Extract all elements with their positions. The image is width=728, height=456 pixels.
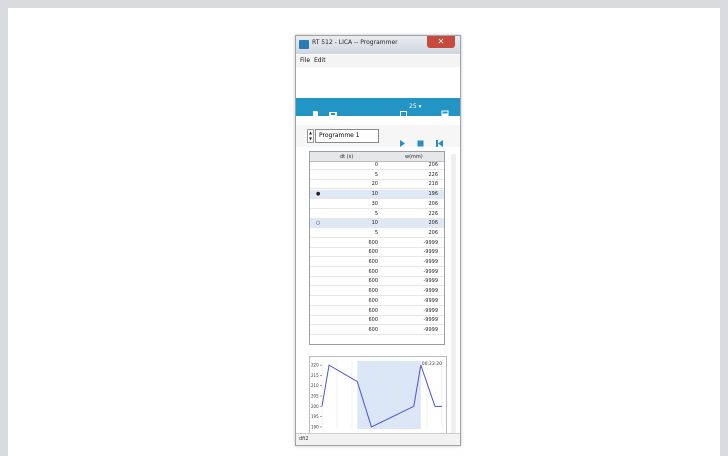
cell-dt[interactable]: 600: [340, 317, 378, 323]
cell-w[interactable]: 226: [398, 172, 438, 178]
table-row[interactable]: 30 206: [310, 200, 444, 209]
table-row[interactable]: 600 -9999: [310, 297, 444, 306]
cell-w[interactable]: -9999: [398, 269, 438, 275]
column-header-w[interactable]: w(mm): [405, 154, 423, 160]
cell-dt[interactable]: 600: [340, 308, 378, 314]
program-name-field[interactable]: Programme 1: [315, 129, 379, 143]
monitor-icon[interactable]: [400, 103, 407, 117]
cell-dt[interactable]: 600: [340, 288, 378, 294]
cell-dt[interactable]: 600: [340, 298, 378, 304]
cell-dt[interactable]: 10: [340, 220, 378, 226]
window-icon[interactable]: [441, 103, 449, 118]
toolbar: 25 ▾: [296, 98, 460, 118]
cell-dt[interactable]: 600: [340, 327, 378, 333]
program-table: dt (s) w(mm) 0 206 5 226 20 218 ● 10 196 30 206 5 22…: [309, 151, 445, 345]
table-row[interactable]: 600 -9999: [310, 239, 444, 248]
play-icon[interactable]: [399, 132, 406, 147]
cell-dt[interactable]: 5: [340, 211, 378, 217]
table-row[interactable]: 5 226: [310, 171, 444, 180]
cell-w[interactable]: -9999: [398, 327, 438, 333]
cell-dt[interactable]: 5: [340, 230, 378, 236]
y-tick-label: 200: [311, 404, 319, 409]
cell-dt[interactable]: 20: [340, 181, 378, 187]
cell-w[interactable]: 206: [398, 220, 438, 226]
table-row[interactable]: 600 -9999: [310, 307, 444, 316]
table-row[interactable]: 600 -9999: [310, 268, 444, 277]
profile-chart-svg: 220 215 210 205 200 195 190 00:23:20: [311, 361, 443, 429]
back-icon[interactable]: [436, 132, 444, 147]
y-tick-label: 210: [311, 383, 319, 388]
program-bar: ▲ ▼ Programme 1: [296, 125, 460, 147]
cell-dt[interactable]: 600: [340, 240, 378, 246]
y-tick-label: 205: [311, 394, 319, 399]
save-icon[interactable]: [329, 103, 337, 117]
cell-w[interactable]: -9999: [398, 308, 438, 314]
y-tick-label: 215: [311, 373, 319, 378]
cell-w[interactable]: 196: [398, 191, 438, 197]
y-tick-label: 195: [311, 414, 319, 419]
table-row[interactable]: 600 -9999: [310, 258, 444, 267]
program-spinner[interactable]: ▲ ▼: [307, 129, 314, 143]
profile-chart: 220 215 210 205 200 195 190 00:23:20: [309, 356, 447, 434]
app-icon: [299, 40, 309, 49]
cell-w[interactable]: -9999: [398, 259, 438, 265]
table-row[interactable]: 600 -9999: [310, 326, 444, 335]
page-background: RT 512 - LICA -- Programmer ✕ File Edit …: [8, 8, 720, 456]
cell-dt[interactable]: 30: [340, 201, 378, 207]
table-row[interactable]: 600 -9999: [310, 316, 444, 326]
cell-w[interactable]: 206: [398, 230, 438, 236]
table-row[interactable]: ○ 10 206: [310, 219, 444, 229]
title-bar[interactable]: RT 512 - LICA -- Programmer ✕: [296, 36, 460, 54]
column-header-dt[interactable]: dt (s): [340, 154, 353, 160]
chart-time-label: 00:23:20: [422, 361, 442, 367]
table-row[interactable]: 5 226: [310, 210, 444, 219]
menu-file[interactable]: File: [300, 57, 310, 64]
status-text: dfi2: [299, 436, 309, 442]
table-row[interactable]: 600 -9999: [310, 287, 444, 297]
menu-bar: File Edit: [296, 55, 460, 67]
cell-dt[interactable]: 600: [340, 269, 378, 275]
cell-w[interactable]: 218: [398, 181, 438, 187]
table-row[interactable]: 5 206: [310, 229, 444, 238]
cell-w[interactable]: -9999: [398, 278, 438, 284]
table-row[interactable]: 600 -9999: [310, 277, 444, 287]
table-row[interactable]: ● 10 196: [310, 190, 444, 200]
stop-icon[interactable]: [417, 132, 424, 147]
y-tick-label: 220: [311, 363, 319, 368]
cell-w[interactable]: 226: [398, 211, 438, 217]
table-row[interactable]: 600 -9999: [310, 248, 444, 258]
new-file-icon[interactable]: [312, 103, 319, 118]
cell-dt[interactable]: 600: [340, 259, 378, 265]
programmer-window: RT 512 - LICA -- Programmer ✕ File Edit …: [295, 35, 461, 446]
window-title: RT 512 - LICA -- Programmer: [312, 39, 398, 46]
cell-w[interactable]: -9999: [398, 288, 438, 294]
monitor-selector[interactable]: 25 ▾: [409, 103, 422, 110]
cell-w[interactable]: -9999: [398, 249, 438, 255]
table-row[interactable]: 0 206: [310, 161, 444, 170]
menu-edit[interactable]: Edit: [314, 57, 326, 64]
cell-w[interactable]: 206: [398, 162, 438, 168]
vertical-scrollbar[interactable]: [451, 154, 456, 434]
cell-w[interactable]: -9999: [398, 240, 438, 246]
cell-dt[interactable]: 600: [340, 249, 378, 255]
cell-dt[interactable]: 600: [340, 278, 378, 284]
cell-w[interactable]: -9999: [398, 298, 438, 304]
row-marker: ○: [316, 220, 321, 227]
chart-y-axis: 220 215 210 205 200 195 190: [311, 363, 322, 429]
y-tick-label: 190: [311, 424, 319, 429]
cell-dt[interactable]: 10: [340, 191, 378, 197]
cell-dt[interactable]: 5: [340, 172, 378, 178]
row-marker: ●: [316, 191, 321, 198]
cell-dt[interactable]: 0: [340, 162, 378, 168]
table-row[interactable]: 20 218: [310, 180, 444, 190]
status-bar: dfi2: [296, 433, 460, 445]
cell-w[interactable]: -9999: [398, 317, 438, 323]
cell-w[interactable]: 206: [398, 201, 438, 207]
close-button[interactable]: ✕: [427, 36, 455, 48]
